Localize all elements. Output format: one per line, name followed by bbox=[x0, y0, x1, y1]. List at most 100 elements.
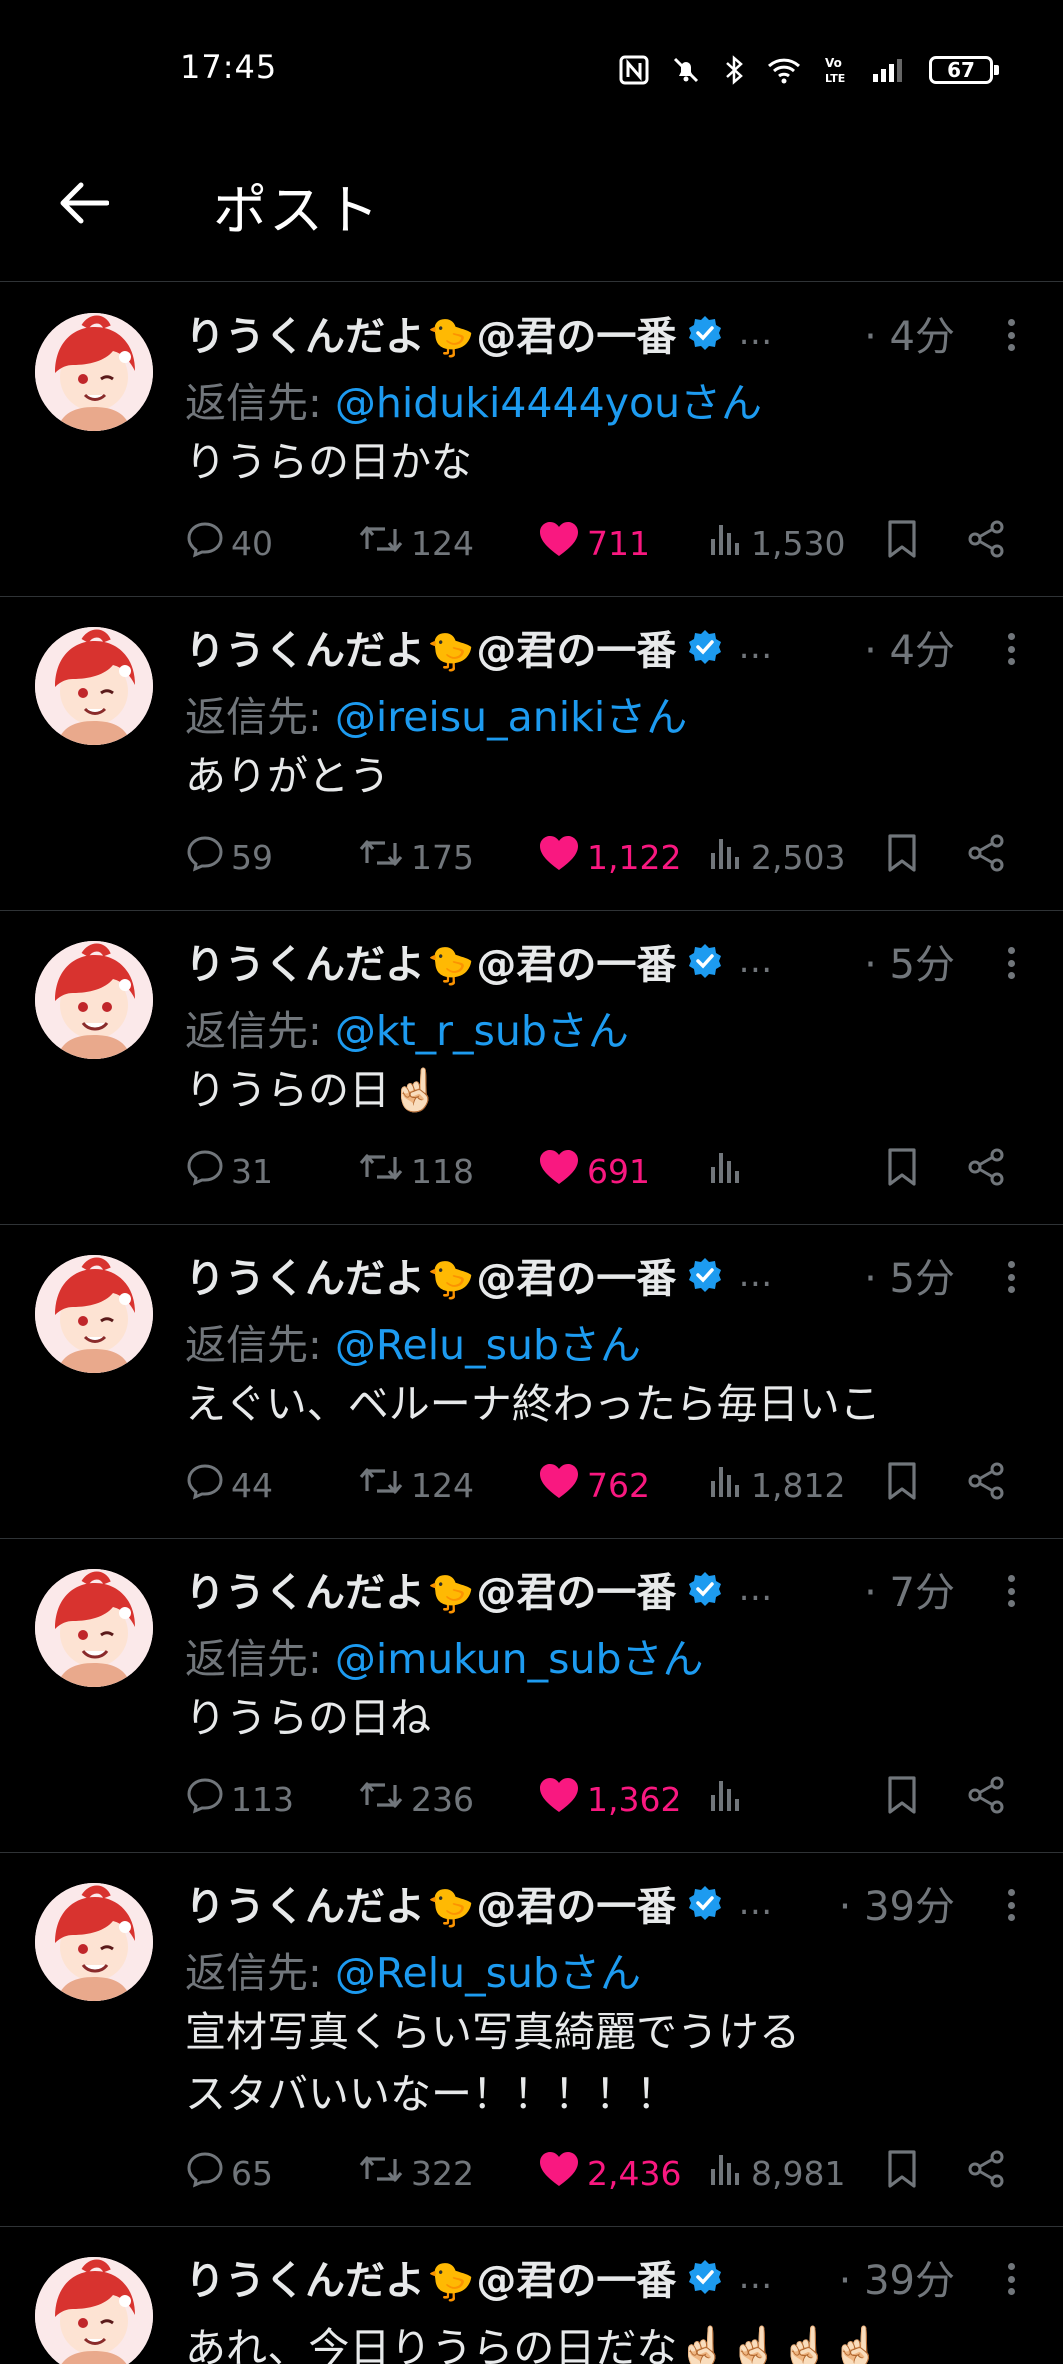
bookmark-button[interactable] bbox=[885, 829, 919, 885]
bookmark-icon bbox=[885, 1461, 919, 1509]
reply-count: 44 bbox=[231, 1465, 273, 1505]
post-time[interactable]: · 7分 bbox=[864, 1560, 955, 1618]
post[interactable]: りうくんだよ🐤@君の一番 … · 7分 返信先: @imukun_subさん り… bbox=[0, 1539, 1063, 1853]
views-button[interactable]: 8,981 bbox=[707, 2145, 845, 2201]
reply-feed: りうくんだよ🐤@君の一番 … · 4分 返信先: @hiduki4444youさ… bbox=[0, 283, 1063, 2364]
display-name[interactable]: りうくんだよ🐤@君の一番 bbox=[185, 304, 676, 362]
retweet-button[interactable]: 124 bbox=[357, 515, 474, 571]
post-time[interactable]: · 39分 bbox=[839, 1874, 955, 1932]
more-options-button[interactable] bbox=[991, 313, 1031, 357]
share-button[interactable] bbox=[965, 829, 1007, 885]
more-options-button[interactable] bbox=[991, 627, 1031, 671]
reply-button[interactable]: 44 bbox=[185, 1457, 273, 1513]
post-time[interactable]: · 4分 bbox=[864, 618, 955, 676]
avatar[interactable] bbox=[35, 1883, 153, 2001]
views-button[interactable]: 1,812 bbox=[707, 1457, 845, 1513]
like-button[interactable]: 711 bbox=[537, 515, 650, 571]
display-name[interactable]: りうくんだよ🐤@君の一番 bbox=[185, 932, 676, 990]
views-button[interactable] bbox=[707, 1771, 751, 1827]
post-time[interactable]: · 4分 bbox=[864, 304, 955, 362]
share-button[interactable] bbox=[965, 515, 1007, 571]
like-count: 762 bbox=[587, 1465, 650, 1505]
reply-to-line: 返信先: @kt_r_subさん bbox=[185, 1007, 629, 1055]
avatar[interactable] bbox=[35, 313, 153, 431]
post-time[interactable]: · 5分 bbox=[864, 932, 955, 990]
post-time[interactable]: · 5分 bbox=[864, 1246, 955, 1304]
chick-emoji: 🐤 bbox=[427, 2259, 475, 2303]
retweet-button[interactable]: 124 bbox=[357, 1457, 474, 1513]
bookmark-icon bbox=[885, 519, 919, 567]
reply-button[interactable]: 59 bbox=[185, 829, 273, 885]
views-button[interactable]: 1,530 bbox=[707, 515, 845, 571]
back-button[interactable] bbox=[48, 170, 118, 240]
post[interactable]: りうくんだよ🐤@君の一番 … · 5分 返信先: @kt_r_subさん りうら… bbox=[0, 911, 1063, 1225]
post-header: りうくんだよ🐤@君の一番 … · 39分 bbox=[185, 2247, 1063, 2307]
post[interactable]: りうくんだよ🐤@君の一番 … · 39分 返信先: @Relu_subさん 宣材… bbox=[0, 1853, 1063, 2227]
reply-to-line: 返信先: @ireisu_anikiさん bbox=[185, 693, 688, 741]
retweet-button[interactable]: 118 bbox=[357, 1143, 474, 1199]
post[interactable]: りうくんだよ🐤@君の一番 … · 5分 返信先: @Relu_subさん えぐい… bbox=[0, 1225, 1063, 1539]
like-button[interactable]: 762 bbox=[537, 1457, 650, 1513]
bookmark-button[interactable] bbox=[885, 1143, 919, 1199]
comment-icon bbox=[185, 1775, 225, 1823]
chick-emoji: 🐤 bbox=[427, 1885, 475, 1929]
reply-to-line: 返信先: @hiduki4444youさん bbox=[185, 379, 763, 427]
more-options-button[interactable] bbox=[991, 2257, 1031, 2301]
like-count: 711 bbox=[587, 523, 650, 563]
retweet-button[interactable]: 322 bbox=[357, 2145, 474, 2201]
like-button[interactable]: 1,362 bbox=[537, 1771, 681, 1827]
avatar[interactable] bbox=[35, 1569, 153, 1687]
like-button[interactable]: 2,436 bbox=[537, 2145, 681, 2201]
avatar[interactable] bbox=[35, 2257, 153, 2364]
reply-button[interactable]: 65 bbox=[185, 2145, 273, 2201]
bookmark-button[interactable] bbox=[885, 1771, 919, 1827]
like-button[interactable]: 1,122 bbox=[537, 829, 681, 885]
more-vertical-icon bbox=[1007, 1575, 1015, 1607]
like-button[interactable]: 691 bbox=[537, 1143, 650, 1199]
avatar[interactable] bbox=[35, 627, 153, 745]
retweet-icon bbox=[357, 519, 405, 567]
reply-to-handle[interactable]: @Relu_subさん bbox=[335, 1321, 641, 1369]
bookmark-button[interactable] bbox=[885, 2145, 919, 2201]
more-options-button[interactable] bbox=[991, 941, 1031, 985]
display-name[interactable]: りうくんだよ🐤@君の一番 bbox=[185, 1246, 676, 1304]
avatar[interactable] bbox=[35, 941, 153, 1059]
post-text: りうらの日ね bbox=[185, 1694, 431, 1742]
retweet-button[interactable]: 175 bbox=[357, 829, 474, 885]
post[interactable]: りうくんだよ🐤@君の一番 … · 39分 あれ、今日りうらの日だな☝🏻☝🏻☝🏻☝… bbox=[0, 2227, 1063, 2364]
views-count: 2,503 bbox=[751, 837, 846, 877]
views-button[interactable] bbox=[707, 1143, 751, 1199]
display-name[interactable]: りうくんだよ🐤@君の一番 bbox=[185, 2248, 676, 2306]
more-options-button[interactable] bbox=[991, 1255, 1031, 1299]
comment-icon bbox=[185, 519, 225, 567]
bookmark-button[interactable] bbox=[885, 515, 919, 571]
share-button[interactable] bbox=[965, 1457, 1007, 1513]
post[interactable]: りうくんだよ🐤@君の一番 … · 4分 返信先: @hiduki4444youさ… bbox=[0, 283, 1063, 597]
post-time[interactable]: · 39分 bbox=[839, 2248, 955, 2306]
more-vertical-icon bbox=[1007, 2263, 1015, 2295]
reply-to-handle[interactable]: @ireisu_anikiさん bbox=[335, 693, 687, 741]
views-button[interactable]: 2,503 bbox=[707, 829, 845, 885]
share-button[interactable] bbox=[965, 1771, 1007, 1827]
display-name[interactable]: りうくんだよ🐤@君の一番 bbox=[185, 618, 676, 676]
avatar[interactable] bbox=[35, 1255, 153, 1373]
heart-icon bbox=[537, 833, 581, 881]
reply-to-handle[interactable]: @imukun_subさん bbox=[335, 1635, 704, 1683]
display-name[interactable]: りうくんだよ🐤@君の一番 bbox=[185, 1560, 676, 1618]
retweet-button[interactable]: 236 bbox=[357, 1771, 474, 1827]
share-button[interactable] bbox=[965, 1143, 1007, 1199]
reply-to-handle[interactable]: @hiduki4444youさん bbox=[335, 379, 762, 427]
bookmark-button[interactable] bbox=[885, 1457, 919, 1513]
reply-button[interactable]: 31 bbox=[185, 1143, 273, 1199]
more-vertical-icon bbox=[1007, 633, 1015, 665]
display-name[interactable]: りうくんだよ🐤@君の一番 bbox=[185, 1874, 676, 1932]
share-button[interactable] bbox=[965, 2145, 1007, 2201]
post[interactable]: りうくんだよ🐤@君の一番 … · 4分 返信先: @ireisu_anikiさん… bbox=[0, 597, 1063, 911]
reply-button[interactable]: 40 bbox=[185, 515, 273, 571]
name-ellipsis: … bbox=[738, 941, 773, 981]
more-options-button[interactable] bbox=[991, 1569, 1031, 1613]
reply-button[interactable]: 113 bbox=[185, 1771, 294, 1827]
reply-to-handle[interactable]: @kt_r_subさん bbox=[335, 1007, 629, 1055]
reply-to-handle[interactable]: @Relu_subさん bbox=[335, 1949, 641, 1997]
more-options-button[interactable] bbox=[991, 1883, 1031, 1927]
